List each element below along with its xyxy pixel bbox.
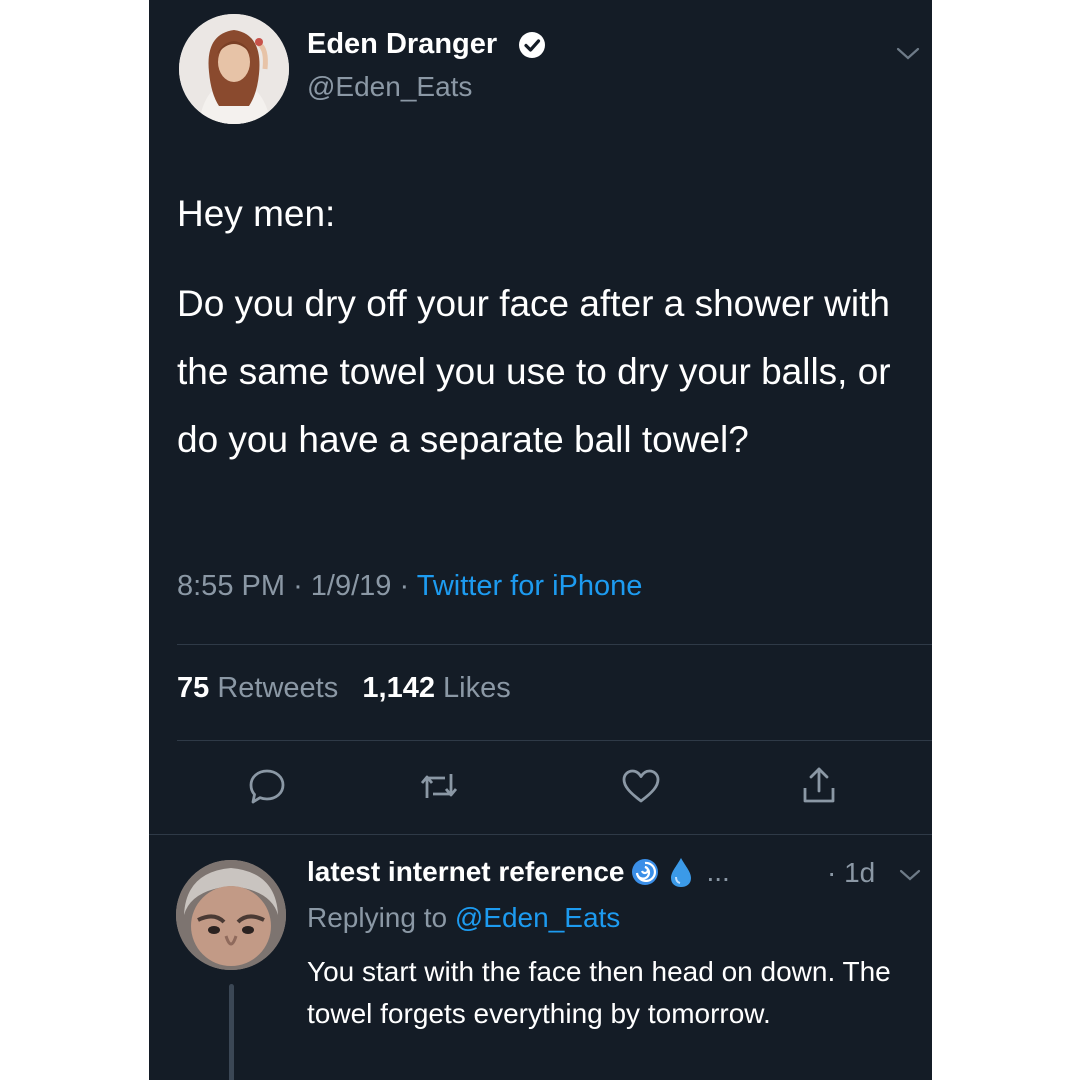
divider — [177, 740, 932, 741]
tweet-text-line: Hey men: — [177, 193, 336, 234]
chevron-down-icon[interactable] — [893, 38, 923, 68]
reply-text: You start with the face then head on dow… — [307, 956, 891, 1029]
name-truncation: ... — [706, 856, 730, 887]
likes-stat[interactable]: 1,142 Likes — [362, 672, 510, 704]
tweet-text: Hey men: Do you dry off your face after … — [177, 180, 917, 474]
reply-header: latest internet reference ... — [307, 855, 730, 889]
meta-separator: · — [399, 570, 410, 602]
tweet-stats: 75 Retweets 1,142 Likes — [177, 672, 511, 705]
share-icon[interactable] — [797, 764, 841, 808]
reply-author-name[interactable]: latest internet reference — [307, 856, 624, 888]
retweet-icon[interactable] — [417, 764, 461, 808]
tweet-panel: Eden Dranger @Eden_Eats Hey men: Do you … — [149, 0, 932, 1080]
like-icon[interactable] — [619, 764, 663, 808]
replying-mention-link[interactable]: @Eden_Eats — [455, 902, 620, 933]
retweets-stat[interactable]: 75 Retweets — [177, 672, 338, 704]
replying-to: Replying to @Eden_Eats — [307, 902, 620, 934]
likes-count: 1,142 — [362, 672, 435, 704]
retweets-count: 75 — [177, 672, 210, 704]
author-handle[interactable]: @Eden_Eats — [307, 71, 472, 103]
divider — [177, 644, 932, 645]
droplet-emoji-icon — [671, 858, 692, 887]
tweet-source-link[interactable]: Twitter for iPhone — [417, 570, 643, 602]
verified-badge-icon — [519, 32, 545, 58]
cyclone-emoji-icon — [632, 859, 659, 885]
divider — [149, 834, 932, 835]
tweet-meta: 8:55 PM · 1/9/19 · Twitter for iPhone — [177, 570, 642, 603]
chevron-down-icon[interactable] — [897, 862, 923, 888]
author-name[interactable]: Eden Dranger — [307, 28, 497, 61]
tweet-text-line: Do you dry off your face after a shower … — [177, 283, 891, 460]
retweets-label: Retweets — [217, 672, 339, 704]
thread-line — [229, 984, 234, 1080]
reply-avatar[interactable] — [176, 860, 286, 970]
likes-label: Likes — [443, 672, 511, 704]
author-avatar[interactable] — [179, 14, 289, 124]
meta-separator: · — [293, 570, 303, 602]
tweet-date: 1/9/19 — [310, 570, 392, 602]
tweet-time: 8:55 PM — [177, 570, 285, 602]
replying-prefix: Replying to — [307, 902, 448, 933]
reply-time: · 1d — [827, 857, 876, 888]
reply-icon[interactable] — [245, 764, 289, 808]
